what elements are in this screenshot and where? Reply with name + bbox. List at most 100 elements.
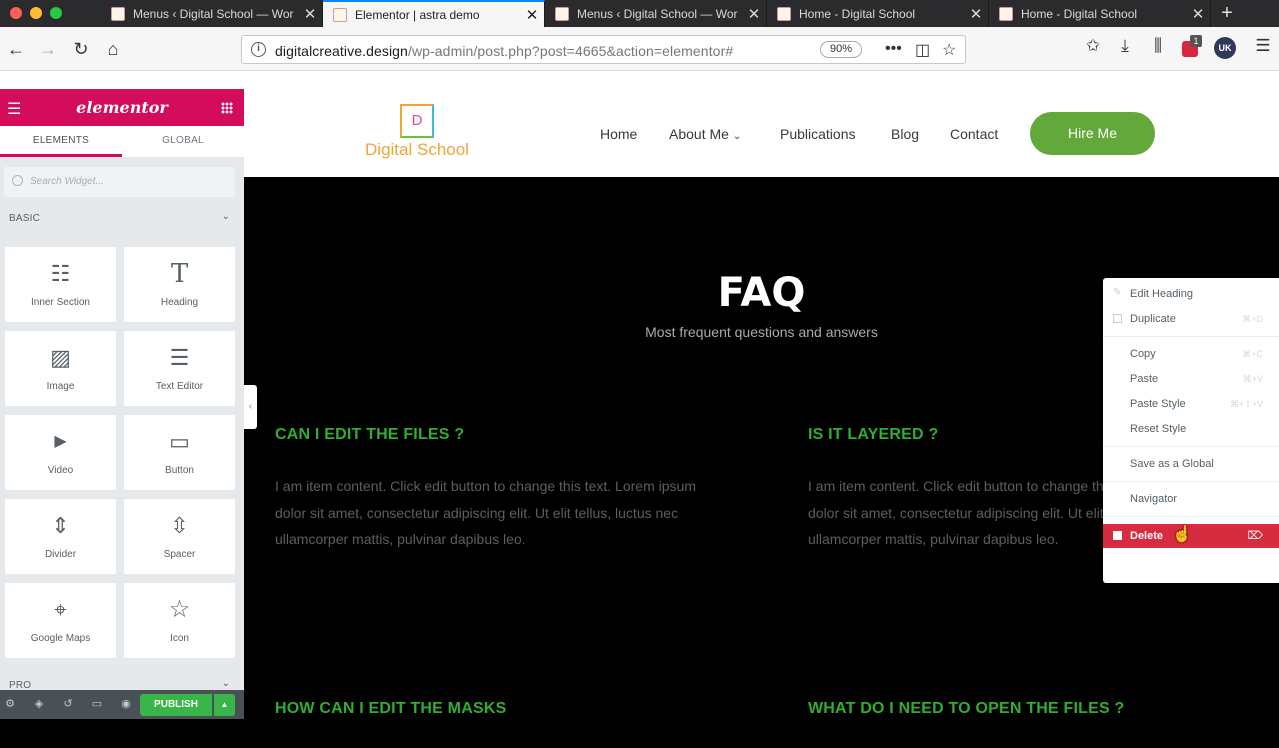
widget-label: Heading	[160, 297, 199, 308]
nav-about-me[interactable]: About Me ⌄	[669, 126, 741, 142]
browser-toolbar: ← → ↻ ⌂ i digitalcreative.design/wp-admi…	[0, 27, 1279, 71]
favicon-icon	[777, 6, 791, 21]
close-tab-icon[interactable]: ✕	[742, 5, 766, 23]
close-tab-icon[interactable]: ✕	[298, 5, 322, 23]
widget-label: Google Maps	[30, 633, 91, 644]
menu-icon[interactable]: ☰	[1250, 36, 1276, 56]
extension-badge: 1	[1190, 35, 1202, 47]
widget-spacer[interactable]: ⇳ Spacer	[124, 499, 235, 574]
menu-divider	[1103, 446, 1279, 447]
close-tab-icon[interactable]: ✕	[964, 5, 988, 23]
forward-icon[interactable]: →	[35, 36, 61, 62]
menu-item-copy[interactable]: Copy ⌘+C	[1103, 342, 1279, 367]
faq-answer[interactable]: I am item content. Click edit button to …	[275, 473, 705, 553]
extension-uk-icon[interactable]: UK	[1214, 37, 1236, 59]
menu-item-navigator[interactable]: Navigator	[1103, 487, 1279, 512]
address-bar[interactable]: i digitalcreative.design/wp-admin/post.p…	[241, 35, 966, 64]
hand-cursor-icon: ☝	[1172, 526, 1192, 543]
navigator-layers-icon[interactable]: ◈	[31, 697, 47, 710]
close-window-button[interactable]	[10, 7, 22, 19]
star-icon: ☆	[168, 596, 191, 623]
download-icon[interactable]: ⤓	[1112, 36, 1138, 56]
chevron-down-icon[interactable]: ⌄	[222, 211, 230, 222]
favicon-icon	[555, 6, 569, 21]
faq-question[interactable]: WHAT DO I NEED TO OPEN THE FILES ?	[808, 700, 1124, 718]
tab-title: Home - Digital School	[799, 6, 916, 21]
home-icon[interactable]: ⌂	[100, 36, 126, 62]
chevron-down-icon[interactable]: ⌄	[222, 678, 230, 689]
page-actions-icon[interactable]: •••	[885, 40, 902, 58]
tab-elements[interactable]: ELEMENTS	[0, 126, 122, 157]
tab-global[interactable]: GLOBAL	[122, 126, 244, 157]
preview-eye-icon[interactable]: ◉	[118, 697, 134, 710]
faq-question[interactable]: HOW CAN I EDIT THE MASKS	[275, 700, 506, 718]
menu-item-label: Copy	[1130, 348, 1156, 360]
back-icon[interactable]: ←	[3, 36, 29, 62]
widget-google-maps[interactable]: ⌖ Google Maps	[5, 583, 116, 658]
url-text: digitalcreative.design/wp-admin/post.php…	[275, 43, 734, 59]
new-tab-button[interactable]: +	[1212, 0, 1242, 27]
tab-title: Menus ‹ Digital School — Wor	[577, 6, 738, 21]
responsive-desktop-icon[interactable]: ▭	[89, 697, 105, 710]
tab-title: Menus ‹ Digital School — Wor	[133, 6, 294, 21]
zoom-level[interactable]: 90%	[820, 41, 862, 58]
grid-icon[interactable]	[221, 102, 233, 114]
site-info-icon[interactable]: i	[251, 42, 266, 57]
widget-divider[interactable]: ⇕ Divider	[5, 499, 116, 574]
site-logo[interactable]: D Digital School	[361, 104, 473, 160]
menu-item-shortcut: ⌘+V	[1242, 374, 1263, 384]
reading-list-icon[interactable]: ✩	[1080, 36, 1106, 56]
panel-footer: ⚙ ◈ ↺ ▭ ◉ PUBLISH ▲	[0, 690, 244, 719]
widget-video[interactable]: ▶ Video	[5, 415, 116, 490]
browser-tab-active[interactable]: Elementor | astra demo ✕	[323, 0, 545, 27]
collapse-panel-icon[interactable]: ‹	[244, 385, 257, 429]
reload-icon[interactable]: ↻	[68, 36, 94, 62]
widget-text-editor[interactable]: ☰ Text Editor	[124, 331, 235, 406]
widget-label: Spacer	[163, 549, 196, 560]
widget-heading[interactable]: T Heading	[124, 247, 235, 322]
close-tab-icon[interactable]: ✕	[1186, 5, 1210, 23]
faq-question[interactable]: IS IT LAYERED ?	[808, 426, 938, 444]
menu-item-paste[interactable]: Paste ⌘+V	[1103, 367, 1279, 392]
history-icon[interactable]: ↺	[60, 697, 76, 710]
tab-title: Home - Digital School	[1021, 6, 1138, 21]
widget-icon[interactable]: ☆ Icon	[124, 583, 235, 658]
menu-item-duplicate[interactable]: Duplicate ⌘+D	[1103, 307, 1279, 332]
pocket-icon[interactable]: ◫	[915, 40, 930, 60]
close-tab-icon[interactable]: ✕	[520, 6, 544, 24]
section-basic-label: BASIC	[9, 213, 41, 224]
menu-item-save-global[interactable]: Save as a Global	[1103, 452, 1279, 477]
faq-question[interactable]: CAN I EDIT THE FILES ?	[275, 426, 464, 444]
logo-mark: D	[400, 104, 434, 138]
minimize-window-button[interactable]	[30, 7, 42, 19]
nav-home[interactable]: Home	[600, 126, 637, 142]
settings-gear-icon[interactable]: ⚙	[2, 697, 18, 710]
nav-publications[interactable]: Publications	[780, 126, 856, 142]
maximize-window-button[interactable]	[50, 7, 62, 19]
browser-tab[interactable]: Home - Digital School ✕	[767, 0, 989, 27]
publish-button[interactable]: PUBLISH	[140, 694, 212, 716]
publish-options-icon[interactable]: ▲	[214, 694, 235, 716]
favicon-icon	[333, 7, 347, 22]
library-icon[interactable]: ⫼	[1145, 36, 1171, 56]
nav-blog[interactable]: Blog	[891, 126, 919, 142]
browser-tab[interactable]: Menus ‹ Digital School — Wor ✕	[101, 0, 323, 27]
browser-tab[interactable]: Home - Digital School ✕	[989, 0, 1211, 27]
widget-inner-section[interactable]: ☷ Inner Section	[5, 247, 116, 322]
faq-answer[interactable]: I am item content. Click edit button to …	[808, 473, 1103, 553]
tab-title: Elementor | astra demo	[355, 7, 480, 22]
widget-search-input[interactable]: Search Widget...	[4, 167, 235, 197]
hire-me-button[interactable]: Hire Me	[1030, 112, 1155, 155]
nav-contact[interactable]: Contact	[950, 126, 998, 142]
elementor-panel: ☰ elementor ELEMENTS GLOBAL Search Widge…	[0, 89, 244, 719]
bookmark-star-icon[interactable]: ☆	[942, 40, 956, 60]
widget-image[interactable]: ▨ Image	[5, 331, 116, 406]
menu-item-label: Reset Style	[1130, 423, 1187, 435]
inner-section-icon: ☷	[50, 261, 71, 286]
menu-item-paste-style[interactable]: Paste Style ⌘+⇧+V	[1103, 392, 1279, 417]
browser-tab[interactable]: Menus ‹ Digital School — Wor ✕	[545, 0, 767, 27]
menu-item-edit-heading[interactable]: ✎ Edit Heading	[1103, 282, 1279, 307]
menu-item-reset-style[interactable]: Reset Style	[1103, 417, 1279, 442]
widget-button[interactable]: ▭ Button	[124, 415, 235, 490]
search-placeholder: Search Widget...	[30, 176, 104, 187]
